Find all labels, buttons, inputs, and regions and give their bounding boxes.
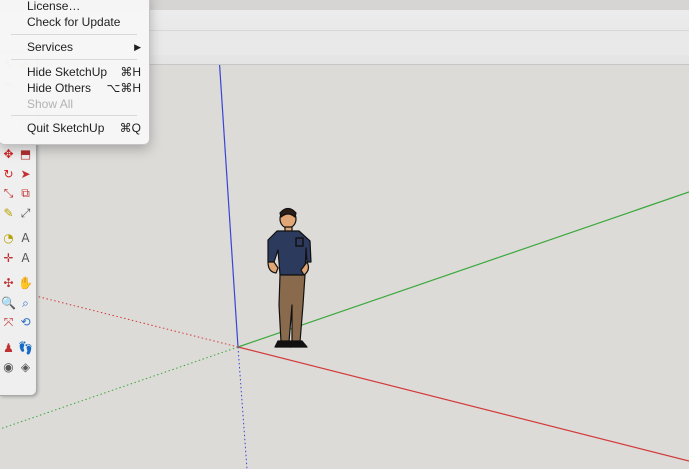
sketchup-app-menu: License… Check for Update Services ▶ Hide…: [0, 0, 150, 145]
menu-separator: [11, 59, 137, 60]
menu-item-hide-others[interactable]: Hide Others ⌥⌘H: [27, 81, 141, 96]
zoom-extents-icon[interactable]: ⤧: [1, 315, 16, 330]
orbit-tool-icon[interactable]: ✣: [1, 276, 16, 291]
menu-separator: [11, 115, 137, 116]
toolbar-row: [148, 30, 689, 55]
tape-measure-icon[interactable]: ✎: [1, 206, 16, 221]
z-axis-negative: [237, 346, 248, 469]
position-camera-icon[interactable]: ♟: [1, 341, 16, 356]
dimension-tool-icon[interactable]: ⤢: [18, 206, 33, 221]
scale-figure-person: [267, 207, 312, 348]
zoom-tool-icon[interactable]: 🔍: [1, 296, 16, 311]
z-axis-positive: [218, 65, 239, 348]
offset-tool-icon[interactable]: ⧉: [18, 186, 33, 201]
walk-tool-icon[interactable]: 👣: [18, 341, 33, 356]
follow-me-tool-icon[interactable]: ➤: [18, 167, 33, 182]
push-pull-tool-icon[interactable]: ⬒: [18, 147, 33, 162]
menu-item-show-all: Show All: [27, 97, 74, 111]
axes-tool-icon[interactable]: ✛: [1, 251, 16, 266]
move-tool-icon[interactable]: ✥: [1, 147, 16, 162]
x-axis-positive: [237, 346, 689, 462]
menu-item-services[interactable]: Services ▶: [27, 40, 141, 55]
menu-item-hide-sketchup[interactable]: Hide SketchUp ⌘H: [27, 65, 141, 80]
chevron-right-icon: ▶: [134, 42, 141, 52]
rotate-tool-icon[interactable]: ↻: [1, 167, 16, 182]
section-plane-icon[interactable]: ◈: [18, 360, 33, 375]
look-around-icon[interactable]: ◉: [1, 360, 16, 375]
previous-view-icon[interactable]: ⟲: [18, 315, 33, 330]
text-tool-icon[interactable]: A: [18, 231, 33, 246]
3d-text-icon[interactable]: A: [18, 251, 33, 266]
zoom-window-icon[interactable]: ⌕: [18, 296, 33, 311]
protractor-icon[interactable]: ◔: [1, 231, 16, 246]
menu-separator: [11, 34, 137, 35]
menu-item-check-for-update[interactable]: Check for Update: [27, 15, 141, 30]
menu-item-quit-sketchup[interactable]: Quit SketchUp ⌘Q: [27, 121, 141, 136]
scale-tool-icon[interactable]: ⤡: [1, 186, 16, 201]
menu-item-license[interactable]: License…: [27, 0, 141, 14]
pan-tool-icon[interactable]: ✋: [18, 276, 33, 291]
